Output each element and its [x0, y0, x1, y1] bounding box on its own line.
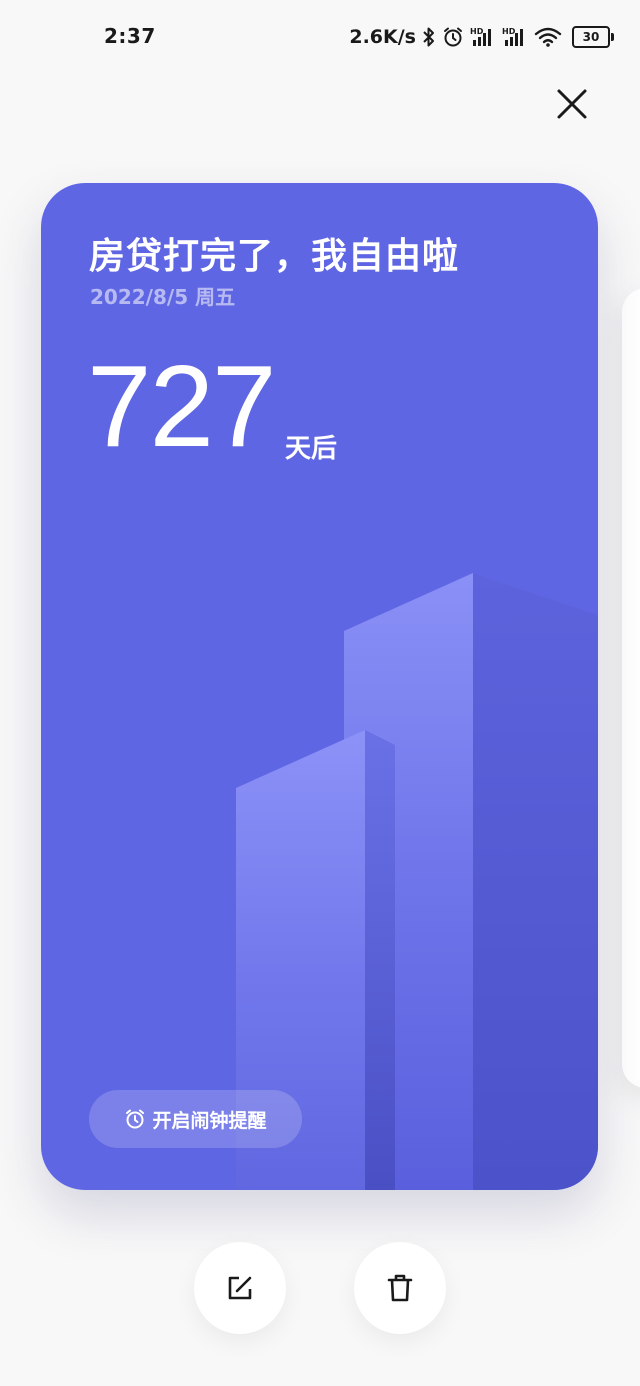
days-unit: 天后 — [285, 434, 338, 464]
wifi-icon — [534, 26, 562, 48]
close-icon — [557, 89, 587, 119]
alarm-icon — [442, 26, 464, 48]
days-count: 727 — [87, 341, 277, 471]
buildings-illustration — [236, 573, 598, 1190]
edit-icon — [228, 1276, 252, 1300]
event-title: 房贷打完了，我自由啦 — [89, 236, 460, 277]
battery-icon: 30 — [572, 26, 614, 48]
event-date: 2022/8/5 周五 — [90, 285, 236, 309]
status-bar: 2:37 2.6K/s HD HD 30 — [0, 0, 640, 72]
status-time: 2:37 — [104, 24, 156, 48]
svg-text:HD: HD — [502, 27, 516, 36]
network-speed: 2.6K/s — [349, 26, 416, 48]
alarm-clock-icon — [126, 1109, 145, 1129]
status-icons: 2.6K/s HD HD 30 — [349, 22, 614, 52]
next-card-preview[interactable] — [622, 288, 640, 1088]
hd-signal-icon: HD — [502, 26, 528, 48]
bluetooth-icon — [422, 26, 436, 48]
enable-alarm-label: 开启闹钟提醒 — [152, 1109, 267, 1132]
hd-signal-icon: HD — [470, 26, 496, 48]
trash-icon — [387, 1274, 413, 1302]
delete-button[interactable] — [354, 1242, 446, 1334]
close-button[interactable] — [550, 82, 594, 126]
enable-alarm-button[interactable]: 开启闹钟提醒 — [89, 1090, 302, 1148]
svg-text:HD: HD — [470, 27, 484, 36]
edit-button[interactable] — [194, 1242, 286, 1334]
screen: 2:37 2.6K/s HD HD 30 房贷打完了，我自由啦 2022/8/5… — [0, 0, 640, 1386]
countdown-card: 房贷打完了，我自由啦 2022/8/5 周五 727 天后 开启闹钟提醒 — [41, 183, 598, 1190]
